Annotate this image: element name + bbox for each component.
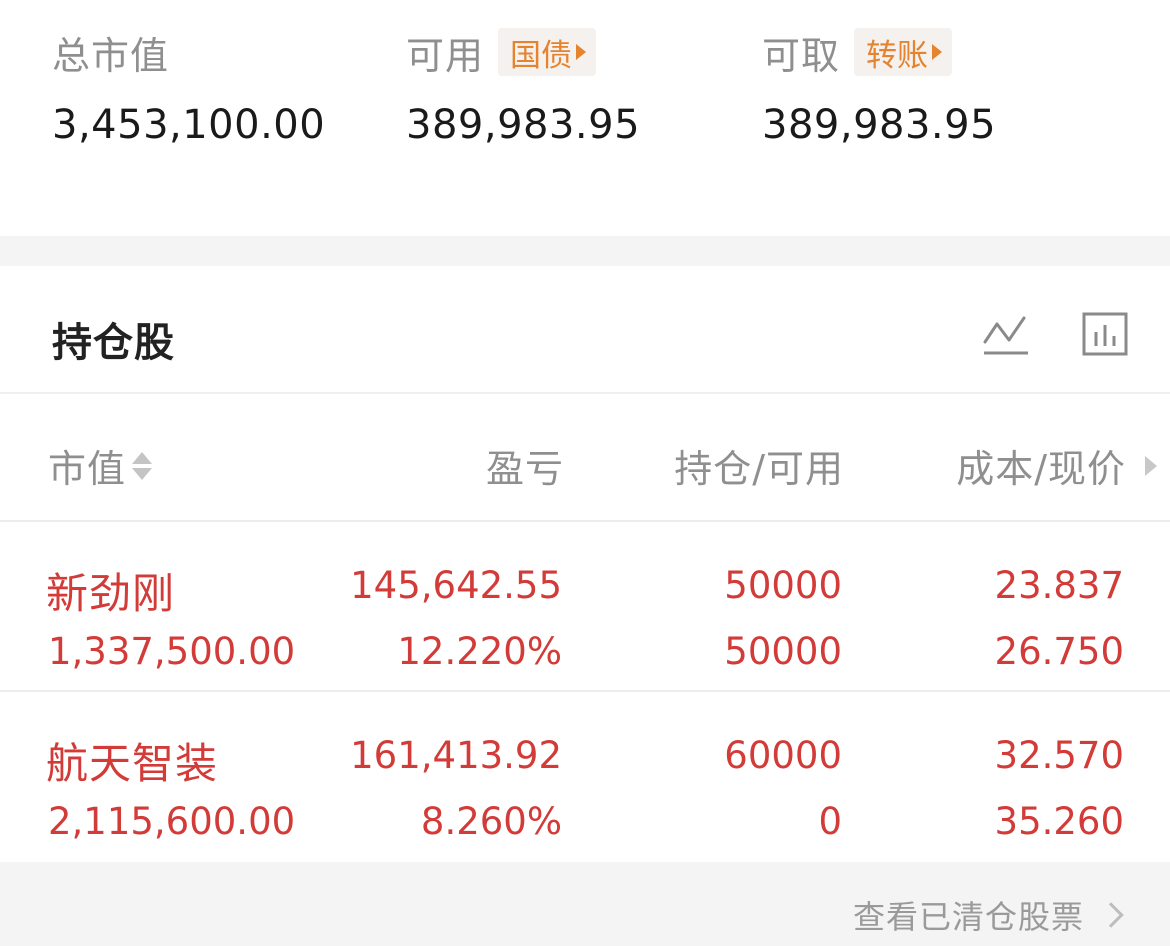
available-amount: 389,983.95 [406, 102, 641, 148]
stock-available: 50000 [724, 630, 842, 673]
table-row[interactable]: 新劲刚 1,337,500.00 145,642.55 12.220% 5000… [0, 522, 1170, 692]
withdrawable-label: 可取 [762, 33, 841, 78]
transfer-label: 转账 [866, 37, 929, 74]
withdrawable-funds: 可取 转账 389,983.95 [762, 28, 996, 148]
available-funds: 可用 国债 389,983.95 [406, 28, 640, 148]
bar-chart-icon[interactable] [1082, 312, 1130, 358]
column-market-value-label: 市值 [48, 447, 127, 491]
stock-cost: 23.837 [994, 564, 1124, 607]
positions-header: 持仓股 [0, 266, 1170, 394]
positions-title: 持仓股 [52, 320, 175, 366]
chevron-right-icon [1098, 902, 1124, 928]
stock-profit-loss-pct: 8.260% [420, 800, 562, 843]
scroll-right-arrow-icon[interactable] [1145, 456, 1157, 476]
table-row[interactable]: 航天智装 2,115,600.00 161,413.92 8.260% 6000… [0, 692, 1170, 862]
column-profit-loss: 盈亏 [485, 447, 564, 491]
total-market-value-label: 总市值 [52, 33, 170, 78]
column-market-value[interactable]: 市值 [48, 438, 153, 493]
stock-name: 航天智装 [46, 739, 219, 788]
stock-market-value: 1,337,500.00 [48, 630, 296, 673]
section-divider [0, 236, 1170, 266]
stock-price: 26.750 [994, 630, 1124, 673]
stock-cost: 32.570 [994, 734, 1124, 777]
stock-profit-loss: 145,642.55 [350, 564, 562, 607]
play-arrow-icon [932, 44, 943, 60]
total-market-value-amount: 3,453,100.00 [52, 102, 326, 148]
column-holding-available: 持仓/可用 [674, 447, 844, 491]
total-market-value: 总市值 3,453,100.00 [52, 28, 326, 149]
account-summary: 总市值 3,453,100.00 可用 国债 389,983.95 可取 转账 … [0, 0, 1170, 236]
stock-holding: 60000 [724, 734, 842, 777]
footer: 查看已清仓股票 [0, 862, 1170, 946]
trend-line-icon[interactable] [982, 312, 1030, 358]
available-label: 可用 [406, 33, 485, 78]
stock-profit-loss: 161,413.92 [350, 734, 562, 777]
play-arrow-icon [576, 44, 587, 60]
treasury-bond-button[interactable]: 国债 [498, 28, 597, 76]
view-cleared-stocks-label: 查看已清仓股票 [852, 898, 1084, 936]
stock-name: 新劲刚 [46, 569, 176, 618]
withdrawable-amount: 389,983.95 [762, 102, 997, 148]
stock-available: 0 [818, 800, 842, 843]
treasury-bond-label: 国债 [510, 37, 573, 74]
transfer-button[interactable]: 转账 [854, 28, 953, 76]
positions-column-header: 市值 盈亏 持仓/可用 成本/现价 [0, 394, 1170, 522]
view-cleared-stocks-link[interactable]: 查看已清仓股票 [852, 892, 1124, 938]
sort-icon [132, 451, 153, 481]
column-cost-price: 成本/现价 [956, 447, 1126, 491]
stock-price: 35.260 [994, 800, 1124, 843]
stock-market-value: 2,115,600.00 [48, 800, 296, 843]
stock-profit-loss-pct: 12.220% [397, 630, 562, 673]
stock-holding: 50000 [724, 564, 842, 607]
